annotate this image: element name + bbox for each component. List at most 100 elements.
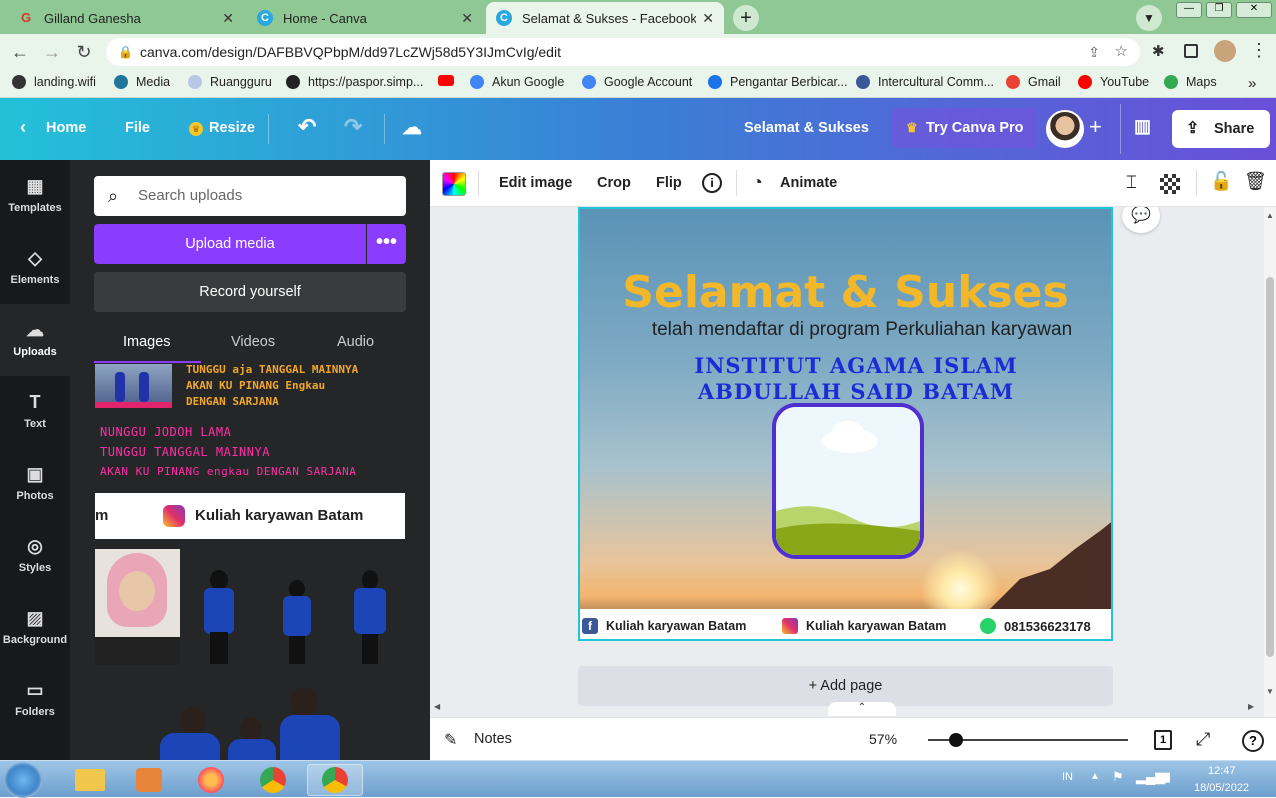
language-indicator[interactable]: IN	[1062, 771, 1073, 783]
sidenav-item-text[interactable]: T Text	[0, 376, 70, 448]
home-button[interactable]: Home	[46, 120, 86, 136]
crop-button[interactable]: Crop	[597, 175, 631, 191]
zoom-slider-handle[interactable]	[949, 733, 964, 747]
browser-tab-3-active[interactable]: C Selamat & Sukses - Facebook Po ✕	[486, 2, 724, 34]
search-uploads-input[interactable]: ⌕ Search uploads	[94, 176, 406, 216]
more-options-button[interactable]: •••	[367, 224, 406, 264]
tab-audio[interactable]: Audio	[337, 334, 374, 350]
tab-videos[interactable]: Videos	[231, 334, 275, 350]
image-frame-placeholder[interactable]	[772, 403, 924, 559]
close-icon[interactable]: ✕	[461, 10, 473, 27]
user-avatar[interactable]	[1046, 110, 1084, 148]
upload-thumbnail-group[interactable]	[130, 685, 370, 760]
upload-media-button[interactable]: Upload media	[94, 224, 366, 264]
restore-icon[interactable]: ❐	[1206, 2, 1232, 18]
bookmark-item[interactable]: Media	[114, 75, 170, 89]
browser-tab-2[interactable]: C Home - Canva ✕	[247, 2, 483, 34]
bookmark-item[interactable]	[438, 75, 462, 86]
taskbar-chrome[interactable]	[245, 764, 301, 796]
institute-line-1[interactable]: INSTITUT AGAMA ISLAM	[580, 353, 1111, 378]
url-input[interactable]: 🔒 canva.com/design/DAFBBVQPbpM/dd97LcZWj…	[106, 38, 1140, 66]
resize-button[interactable]: Resize	[209, 120, 255, 136]
zoom-percentage[interactable]: 57%	[869, 731, 897, 747]
sidenav-item-styles[interactable]: ◎ Styles	[0, 520, 70, 592]
bookmark-item[interactable]: Ruangguru	[188, 75, 272, 89]
tray-expand-icon[interactable]: ▲	[1090, 771, 1100, 782]
cloud-saved-icon[interactable]: ☁	[402, 115, 422, 140]
flag-icon[interactable]: ⚑	[1112, 769, 1124, 785]
tab-images[interactable]: Images	[123, 334, 171, 350]
expand-pages-icon[interactable]: ⌃	[828, 702, 896, 716]
bookmark-item[interactable]: https://paspor.simp...	[286, 75, 423, 89]
forward-icon[interactable]: →	[40, 42, 64, 63]
upload-thumbnail-text[interactable]: TUNGGU aja TANGGAL MAINNYA AKAN KU PINAN…	[186, 362, 358, 410]
close-window-icon[interactable]: ✕	[1236, 2, 1272, 18]
bookmark-item[interactable]: Gmail	[1006, 75, 1061, 89]
bookmark-item[interactable]: Akun Google	[470, 75, 564, 89]
flip-button[interactable]: Flip	[656, 175, 682, 191]
footer-whatsapp[interactable]: 081536623178	[980, 618, 1091, 634]
close-icon[interactable]: ✕	[702, 10, 714, 27]
bookmark-item[interactable]: YouTube	[1078, 75, 1149, 89]
trash-icon[interactable]: 🗑	[1244, 171, 1267, 192]
tab-search-icon[interactable]: ▼	[1136, 5, 1162, 31]
color-picker-icon[interactable]	[442, 172, 466, 196]
taskbar-firefox[interactable]	[183, 764, 239, 796]
undo-icon[interactable]: ↶	[298, 114, 316, 140]
footer-instagram[interactable]: Kuliah karyawan Batam	[782, 618, 946, 634]
share-button[interactable]: ⇪ Share	[1172, 110, 1270, 148]
info-icon[interactable]: i	[702, 173, 722, 193]
sidenav-item-photos[interactable]: ▣ Photos	[0, 448, 70, 520]
bookmark-item[interactable]: landing.wifi	[12, 75, 96, 89]
animate-button[interactable]: Animate	[780, 175, 837, 191]
sidenav-item-folders[interactable]: ▭ Folders	[0, 664, 70, 736]
try-canva-pro-button[interactable]: ♛ Try Canva Pro	[892, 108, 1036, 148]
design-page[interactable]: Selamat & Sukses telah mendaftar di prog…	[578, 207, 1113, 641]
record-yourself-button[interactable]: Record yourself	[94, 272, 406, 312]
fullscreen-icon[interactable]: ⤢	[1196, 729, 1210, 750]
sidenav-item-templates[interactable]: ▦ Templates	[0, 160, 70, 232]
menu-kebab-icon[interactable]: ⋮	[1250, 40, 1268, 61]
design-title-text[interactable]: Selamat & Sukses	[580, 267, 1111, 318]
taskbar-chrome-active[interactable]	[307, 764, 363, 796]
minimize-icon[interactable]: —	[1176, 2, 1202, 18]
notes-button[interactable]: Notes	[474, 731, 512, 747]
taskbar-media-player[interactable]	[121, 764, 177, 796]
upload-thumbnail-text-pink[interactable]: NUNGGU JODOH LAMA TUNGGU TANGGAL MAINNYA…	[100, 422, 356, 482]
battery-icon[interactable]: ▮	[1164, 769, 1171, 785]
horizontal-scrollbar[interactable]: ◀ ▶ ⌃	[430, 702, 1264, 716]
sidenav-item-uploads[interactable]: ☁ Uploads	[0, 304, 70, 376]
profile-avatar[interactable]	[1214, 40, 1236, 62]
scroll-up-icon[interactable]: ▲	[1266, 211, 1274, 220]
paint-roller-icon[interactable]: ⌶	[1126, 172, 1137, 193]
taskbar-explorer[interactable]	[62, 764, 118, 796]
more-bookmarks-button[interactable]: »	[1248, 75, 1256, 92]
design-title[interactable]: Selamat & Sukses	[744, 120, 869, 136]
file-menu-button[interactable]: File	[125, 120, 150, 136]
upload-thumbnail-photo[interactable]	[95, 364, 172, 408]
redo-icon[interactable]: ↷	[344, 114, 362, 140]
close-icon[interactable]: ✕	[222, 10, 234, 27]
extensions-icon[interactable]: ✱	[1152, 42, 1165, 60]
bookmark-item[interactable]: Google Account	[582, 75, 692, 89]
clock-time[interactable]: 12:47	[1208, 765, 1236, 777]
upload-thumbnail-banner[interactable]: m Kuliah karyawan Batam	[95, 493, 405, 539]
vertical-scrollbar[interactable]: ▲ ▼	[1264, 207, 1276, 717]
new-tab-button[interactable]: +	[733, 5, 759, 31]
insights-chart-icon[interactable]: ▥	[1134, 116, 1151, 137]
edit-image-button[interactable]: Edit image	[499, 175, 572, 191]
add-page-button[interactable]: + Add page	[578, 666, 1113, 706]
scrollbar-thumb[interactable]	[1266, 277, 1274, 657]
share-page-icon[interactable]: ⇪	[1088, 38, 1100, 66]
back-icon[interactable]: ←	[8, 42, 32, 63]
transparency-icon[interactable]	[1160, 174, 1180, 194]
help-icon[interactable]: ?	[1242, 730, 1264, 752]
browser-tab-1[interactable]: G Gilland Ganesha ✕	[8, 2, 244, 34]
scroll-down-icon[interactable]: ▼	[1266, 687, 1274, 696]
start-button[interactable]	[4, 762, 42, 798]
comment-icon[interactable]: 💬	[1122, 207, 1160, 233]
upload-thumbnail-student[interactable]	[200, 570, 240, 664]
upload-thumbnail-portrait[interactable]	[95, 549, 180, 665]
bookmark-item[interactable]: Intercultural Comm...	[856, 75, 994, 89]
bookmark-star-icon[interactable]: ☆	[1115, 38, 1128, 66]
